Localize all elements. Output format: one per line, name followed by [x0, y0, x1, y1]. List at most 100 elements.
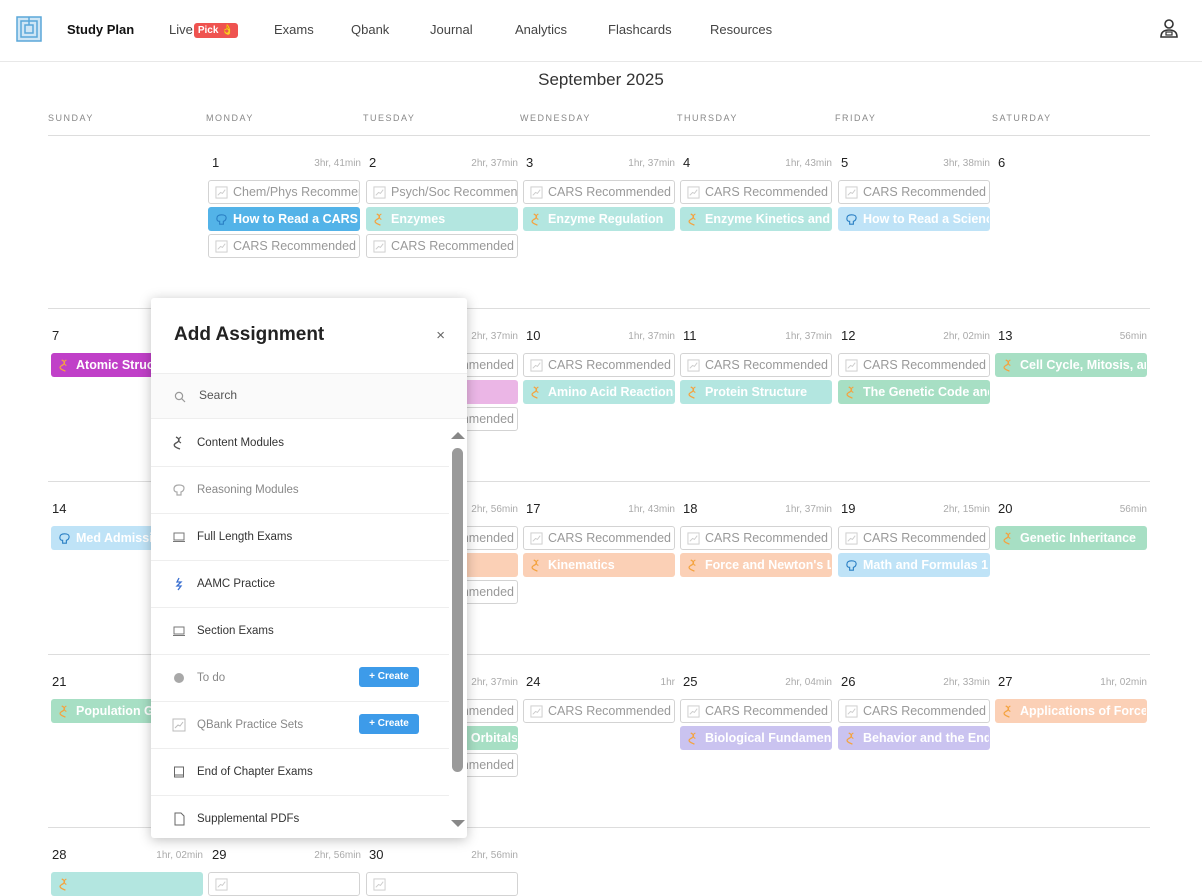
assignment-chip[interactable]: Enzyme Kinetics and Inhibition	[680, 207, 832, 231]
scroll-up-arrow[interactable]	[451, 432, 465, 439]
create-button[interactable]: + Create	[359, 714, 419, 734]
dna-icon	[59, 705, 67, 718]
day-duration: 56min	[1119, 331, 1147, 342]
assignment-type-supplemental-pdfs[interactable]: Supplemental PDFs	[151, 796, 449, 838]
search-icon	[174, 391, 186, 403]
assignment-chip[interactable]: CARS Recommended Passages	[680, 526, 832, 550]
day-number[interactable]: 19	[841, 501, 855, 516]
assignment-title: CARS Recommended Passages	[705, 531, 831, 545]
day-number[interactable]: 6	[998, 155, 1005, 170]
assignment-chip[interactable]: Protein Structure	[680, 380, 832, 404]
assignment-chip[interactable]: Genetic Inheritance	[995, 526, 1147, 550]
day-number[interactable]: 21	[52, 674, 66, 689]
nav-journal[interactable]: Journal	[430, 22, 473, 37]
assignment-chip[interactable]: CARS Recommended Passages	[523, 699, 675, 723]
assignment-chip[interactable]: Chem/Phys Recommended Passages	[208, 180, 360, 204]
day-number[interactable]: 4	[683, 155, 690, 170]
day-number[interactable]: 24	[526, 674, 540, 689]
search-input[interactable]	[199, 388, 429, 402]
assignment-chip[interactable]: How to Read a CARS Passage	[208, 207, 360, 231]
day-duration: 1hr, 43min	[785, 158, 832, 169]
day-number[interactable]: 17	[526, 501, 540, 516]
assignment-chip[interactable]: Force and Newton's Laws	[680, 553, 832, 577]
assignment-type-reasoning-modules[interactable]: Reasoning Modules	[151, 467, 449, 514]
nav-exams[interactable]: Exams	[274, 22, 314, 37]
day-number[interactable]: 2	[369, 155, 376, 170]
assignment-chip[interactable]: CARS Recommended Passages	[838, 180, 990, 204]
app-logo-icon[interactable]	[16, 16, 42, 42]
day-number[interactable]: 13	[998, 328, 1012, 343]
assignment-chip[interactable]: Enzyme Regulation	[523, 207, 675, 231]
day-number[interactable]: 26	[841, 674, 855, 689]
assignment-chip[interactable]: CARS Recommended Passages	[523, 180, 675, 204]
assignment-chip[interactable]: CARS Recommended Passages	[680, 699, 832, 723]
assignment-chip[interactable]: Amino Acid Reactions	[523, 380, 675, 404]
day-number[interactable]: 1	[212, 155, 219, 170]
live-pick-badge: Pick 👌	[193, 23, 238, 38]
assignment-title: How to Read a Science Passage	[863, 212, 989, 226]
day-number[interactable]: 27	[998, 674, 1012, 689]
day-duration: 56min	[1119, 504, 1147, 515]
day-duration: 1hr, 43min	[628, 504, 675, 515]
assignment-chip[interactable]: CARS Recommended Passages	[366, 234, 518, 258]
assignment-chip[interactable]: CARS Recommended Passages	[208, 234, 360, 258]
nav-study-plan[interactable]: Study Plan	[67, 22, 134, 37]
assignment-chip[interactable]	[208, 872, 360, 896]
assignment-type-section-exams[interactable]: Section Exams	[151, 608, 449, 655]
assignment-chip[interactable]: Math and Formulas 1	[838, 553, 990, 577]
nav-analytics[interactable]: Analytics	[515, 22, 567, 37]
assignment-chip[interactable]: CARS Recommended Passages	[680, 180, 832, 204]
day-number[interactable]: 7	[52, 328, 59, 343]
day-number[interactable]: 12	[841, 328, 855, 343]
assignment-type-end-of-chapter-exams[interactable]: End of Chapter Exams	[151, 749, 449, 796]
close-icon[interactable]: ×	[436, 327, 445, 344]
assignment-chip[interactable]: Psych/Soc Recommended Passages	[366, 180, 518, 204]
day-number[interactable]: 28	[52, 847, 66, 862]
assignment-chip[interactable]: CARS Recommended Passages	[523, 526, 675, 550]
assignment-type-content-modules[interactable]: Content Modules	[151, 420, 449, 467]
assignment-chip[interactable]: CARS Recommended Passages	[838, 526, 990, 550]
assignment-chip[interactable]: CARS Recommended Passages	[838, 353, 990, 377]
assignment-type-qbank-practice-sets[interactable]: QBank Practice Sets + Create	[151, 702, 449, 749]
modal-scrollbar[interactable]	[452, 448, 463, 772]
assignment-chip[interactable]: Kinematics	[523, 553, 675, 577]
day-number[interactable]: 11	[683, 328, 697, 343]
assignment-chip[interactable]	[366, 872, 518, 896]
assignment-type-aamc-practice[interactable]: AAMC Practice	[151, 561, 449, 608]
day-number[interactable]: 10	[526, 328, 540, 343]
scroll-down-arrow[interactable]	[451, 820, 465, 827]
assignment-chip[interactable]: CARS Recommended Passages	[680, 353, 832, 377]
nav-live[interactable]: Live Pick 👌	[169, 22, 238, 38]
assignment-title: The Genetic Code and Transcription	[863, 385, 989, 399]
assignment-chip[interactable]: Behavior and the Endocrine System	[838, 726, 990, 750]
assignment-chip[interactable]: CARS Recommended Passages	[838, 699, 990, 723]
day-number[interactable]: 3	[526, 155, 533, 170]
assignment-title: CARS Recommended Passages	[233, 239, 359, 253]
day-number[interactable]: 18	[683, 501, 697, 516]
user-account-icon[interactable]	[1158, 17, 1180, 39]
create-button[interactable]: + Create	[359, 667, 419, 687]
assignment-chip[interactable]	[51, 872, 203, 896]
day-number[interactable]: 20	[998, 501, 1012, 516]
assignment-title: CARS Recommended Passages	[705, 704, 831, 718]
nav-flashcards[interactable]: Flashcards	[608, 22, 672, 37]
book-icon	[174, 766, 184, 778]
day-number[interactable]: 5	[841, 155, 848, 170]
nav-qbank[interactable]: Qbank	[351, 22, 389, 37]
chart-icon	[687, 186, 700, 199]
assignment-chip[interactable]: The Genetic Code and Transcription	[838, 380, 990, 404]
assignment-chip[interactable]: How to Read a Science Passage	[838, 207, 990, 231]
day-number[interactable]: 30	[369, 847, 383, 862]
assignment-type-full-length-exams[interactable]: Full Length Exams	[151, 514, 449, 561]
day-number[interactable]: 29	[212, 847, 226, 862]
dna-icon	[173, 436, 182, 450]
assignment-chip[interactable]: CARS Recommended Passages	[523, 353, 675, 377]
nav-resources[interactable]: Resources	[710, 22, 772, 37]
assignment-chip[interactable]: Applications of Force	[995, 699, 1147, 723]
assignment-chip[interactable]: Enzymes	[366, 207, 518, 231]
assignment-chip[interactable]: Cell Cycle, Mitosis, and Meiosis	[995, 353, 1147, 377]
day-number[interactable]: 14	[52, 501, 66, 516]
assignment-type-to-do[interactable]: To do + Create	[151, 655, 449, 702]
day-number[interactable]: 25	[683, 674, 697, 689]
assignment-chip[interactable]: Biological Fundamentals	[680, 726, 832, 750]
